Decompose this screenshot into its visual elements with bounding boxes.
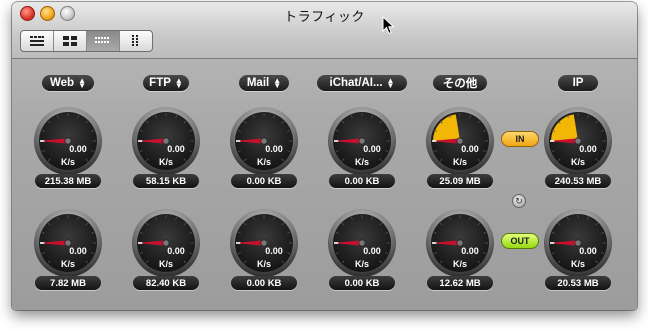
reset-icon[interactable]: ↻ xyxy=(512,194,526,208)
service-label: IP xyxy=(572,77,584,89)
gauge-dial: 0.00 K/s xyxy=(426,107,494,175)
popup-chevron-icon: ▲ ▼ xyxy=(386,75,395,90)
pointer-cursor-icon xyxy=(382,16,395,35)
out-direction-badge: OUT xyxy=(501,233,539,249)
gauge-unit-label: K/s xyxy=(257,157,271,167)
gauge-dial: 0.00 K/s xyxy=(132,107,200,175)
gauge-speed-value: 0.00 xyxy=(69,246,87,256)
gauge-speed-value: 0.00 xyxy=(579,144,597,154)
other-service-popup[interactable]: その他 xyxy=(433,75,487,91)
ftp-in-total: 58.15 KB xyxy=(133,174,199,188)
ichat-in-total: 0.00 KB xyxy=(329,174,395,188)
in-direction-badge: IN xyxy=(501,131,539,147)
ftp-service-popup[interactable]: FTP ▲ ▼ xyxy=(143,75,189,91)
gauge-speed-value: 0.00 xyxy=(461,246,479,256)
mail-in-gauge: 0.00 K/s xyxy=(228,105,300,177)
popup-chevron-icon: ▲ ▼ xyxy=(273,75,282,90)
web-out-total: 7.82 MB xyxy=(35,276,101,290)
gauge-unit-label: K/s xyxy=(571,259,585,269)
ip-out-total: 20.53 MB xyxy=(545,276,611,290)
gauge-unit-label: K/s xyxy=(355,157,369,167)
gauge-dial: 0.00 K/s xyxy=(328,209,396,277)
mail-out-gauge: 0.00 K/s xyxy=(228,207,300,279)
gauge-unit-label: K/s xyxy=(453,157,467,167)
service-label: FTP xyxy=(149,77,171,89)
gauge-unit-label: K/s xyxy=(571,157,585,167)
service-label: その他 xyxy=(442,78,478,90)
view-mode-two-column-button[interactable] xyxy=(54,31,87,51)
window-title: トラフィック xyxy=(284,9,365,24)
gauge-dial: 0.00 K/s xyxy=(34,107,102,175)
ftp-out-gauge: 0.00 K/s xyxy=(130,207,202,279)
view-mode-two-column-icon xyxy=(63,36,77,46)
ichat-in-gauge: 0.00 K/s xyxy=(326,105,398,177)
gauge-dial: 0.00 K/s xyxy=(230,209,298,277)
view-mode-list-icon xyxy=(132,35,138,46)
gauge-speed-value: 0.00 xyxy=(265,246,283,256)
gauge-dial: 0.00 K/s xyxy=(544,209,612,277)
ichat-out-gauge: 0.00 K/s xyxy=(326,207,398,279)
gauge-speed-value: 0.00 xyxy=(363,246,381,256)
ichat-service-popup[interactable]: iChat/AI... ▲ ▼ xyxy=(317,75,407,91)
other-out-gauge: 0.00 K/s xyxy=(424,207,496,279)
gauge-dial: 0.00 K/s xyxy=(132,209,200,277)
service-label: iChat/AI... xyxy=(329,77,383,89)
other-out-total: 12.62 MB xyxy=(427,276,493,290)
gauge-speed-value: 0.00 xyxy=(461,144,479,154)
gauge-speed-value: 0.00 xyxy=(579,246,597,256)
gauge-unit-label: K/s xyxy=(159,259,173,269)
ip-service-popup[interactable]: IP xyxy=(558,75,598,91)
mail-service-popup[interactable]: Mail ▲ ▼ xyxy=(239,75,289,91)
other-in-gauge: 0.00 K/s xyxy=(424,105,496,177)
popup-chevron-icon: ▲ ▼ xyxy=(174,75,183,90)
gauge-unit-label: K/s xyxy=(61,157,75,167)
mail-out-total: 0.00 KB xyxy=(231,276,297,290)
gauge-dial: 0.00 K/s xyxy=(230,107,298,175)
gauge-speed-value: 0.00 xyxy=(363,144,381,154)
ftp-in-gauge: 0.00 K/s xyxy=(130,105,202,177)
in-direction-label: IN xyxy=(515,134,525,144)
web-in-gauge: 0.00 K/s xyxy=(32,105,104,177)
view-mode-large-grid-button[interactable] xyxy=(21,31,54,51)
gauge-speed-value: 0.00 xyxy=(265,144,283,154)
title-bar: トラフィック xyxy=(12,2,637,59)
gauge-speed-value: 0.00 xyxy=(167,144,185,154)
gauge-dial: 0.00 K/s xyxy=(544,107,612,175)
service-label: Mail xyxy=(246,77,270,89)
ftp-out-total: 82.40 KB xyxy=(133,276,199,290)
gauge-speed-value: 0.00 xyxy=(69,144,87,154)
view-mode-large-grid-icon xyxy=(30,36,44,46)
view-mode-small-grid-icon xyxy=(95,37,109,43)
ip-in-total: 240.53 MB xyxy=(545,174,611,188)
mail-in-total: 0.00 KB xyxy=(231,174,297,188)
view-mode-list-button[interactable] xyxy=(120,31,152,51)
gauge-dial: 0.00 K/s xyxy=(34,209,102,277)
web-out-gauge: 0.00 K/s xyxy=(32,207,104,279)
ip-out-gauge: 0.00 K/s xyxy=(542,207,614,279)
ip-in-gauge: 0.00 K/s xyxy=(542,105,614,177)
traffic-window: トラフィック Web ▲ ▼ 0.00 K/s 215.38 MB 0.00 K… xyxy=(12,2,637,310)
gauge-unit-label: K/s xyxy=(159,157,173,167)
web-service-popup[interactable]: Web ▲ ▼ xyxy=(42,75,94,91)
ichat-out-total: 0.00 KB xyxy=(329,276,395,290)
view-mode-segmented-control xyxy=(20,30,153,52)
gauge-unit-label: K/s xyxy=(453,259,467,269)
gauge-unit-label: K/s xyxy=(257,259,271,269)
gauge-dial: 0.00 K/s xyxy=(426,209,494,277)
gauge-speed-value: 0.00 xyxy=(167,246,185,256)
out-direction-label: OUT xyxy=(510,236,530,246)
gauge-unit-label: K/s xyxy=(61,259,75,269)
web-in-total: 215.38 MB xyxy=(35,174,101,188)
popup-chevron-icon: ▲ ▼ xyxy=(78,75,86,90)
gauge-unit-label: K/s xyxy=(355,259,369,269)
service-label: Web xyxy=(50,77,75,89)
other-in-total: 25.09 MB xyxy=(427,174,493,188)
view-mode-small-grid-button[interactable] xyxy=(87,31,120,51)
gauge-dial: 0.00 K/s xyxy=(328,107,396,175)
